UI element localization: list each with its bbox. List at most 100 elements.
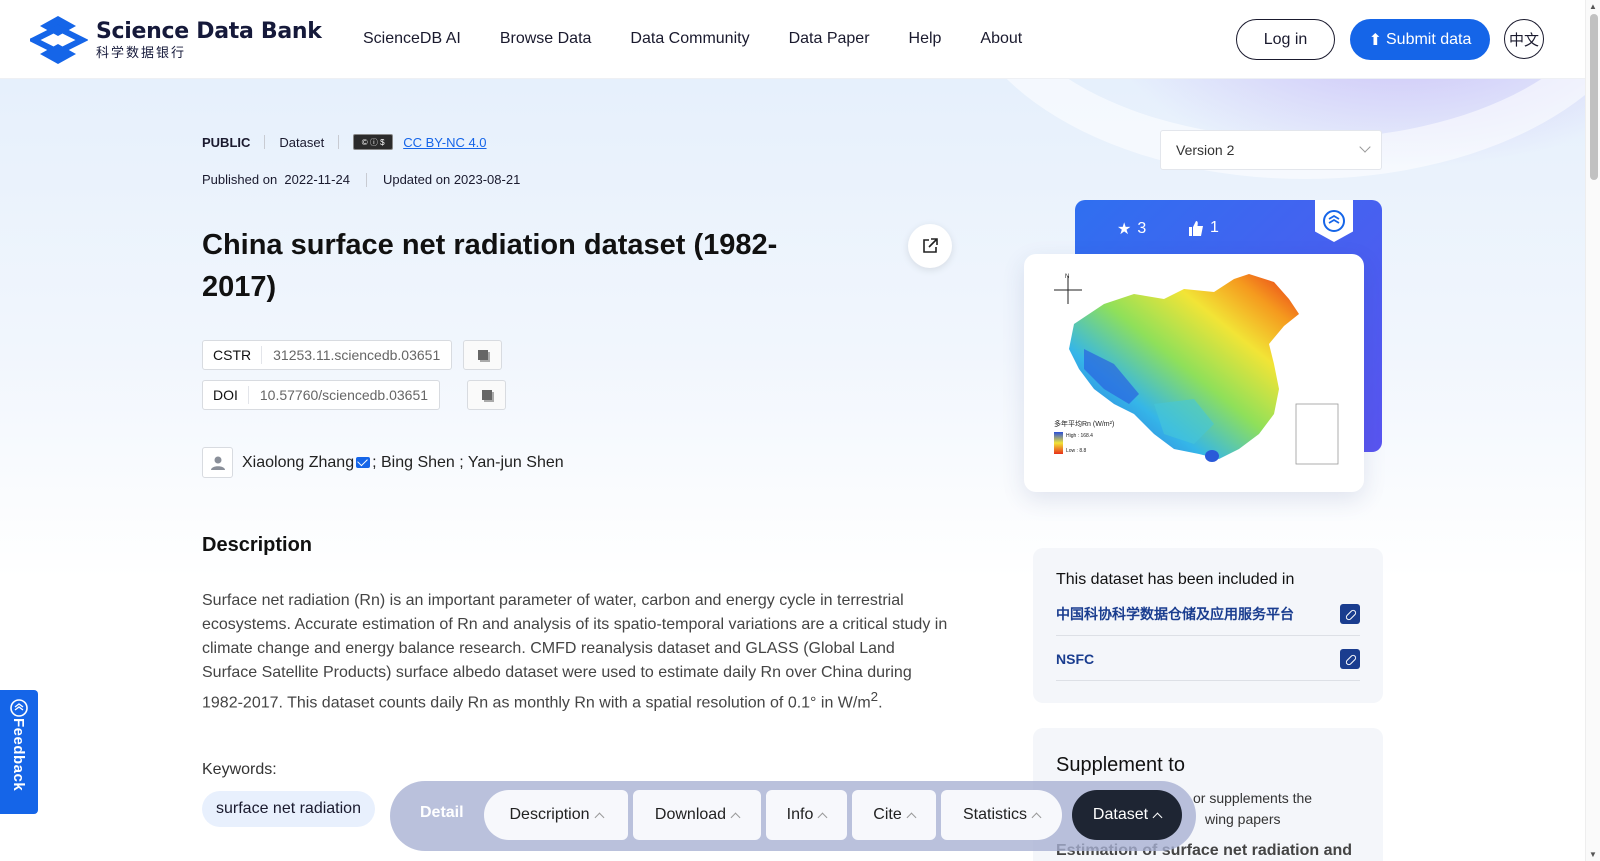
nav-sciencedb-ai[interactable]: ScienceDB AI bbox=[363, 30, 461, 48]
main-nav: ScienceDB AI Browse Data Data Community … bbox=[363, 30, 1022, 48]
mail-icon[interactable] bbox=[356, 457, 371, 468]
feedback-label: Feedback bbox=[10, 718, 27, 792]
nav-about[interactable]: About bbox=[980, 30, 1022, 48]
star-count[interactable]: ★ 3 bbox=[1117, 219, 1146, 239]
tab-statistics-label: Statistics bbox=[962, 806, 1027, 823]
cc-license-icon: © ⓘ $ bbox=[353, 134, 394, 150]
site-logo[interactable]: Science Data Bank 科学数据银行 bbox=[30, 12, 322, 68]
author-others[interactable]: ; Bing Shen ; Yan-jun Shen bbox=[372, 454, 564, 472]
like-count[interactable]: 1 bbox=[1189, 219, 1219, 237]
logo-subtitle: 科学数据银行 bbox=[96, 45, 187, 60]
star-icon: ★ bbox=[1117, 221, 1132, 238]
section-nav-detail: Detail bbox=[420, 804, 464, 821]
license-link[interactable]: CC BY-NC 4.0 bbox=[403, 135, 486, 150]
chevron-up-icon bbox=[906, 812, 917, 822]
scroll-up-icon[interactable]: ▲ bbox=[1589, 2, 1597, 11]
user-icon bbox=[210, 456, 225, 470]
tab-info[interactable]: Info bbox=[766, 790, 847, 840]
copy-cstr-button[interactable] bbox=[463, 340, 502, 370]
type-label: Dataset bbox=[279, 134, 325, 150]
version-select[interactable]: Version 2 bbox=[1160, 130, 1382, 170]
avatar bbox=[202, 447, 233, 478]
chevron-up-icon bbox=[1152, 812, 1163, 822]
author-list: Xiaolong Zhang ; Bing Shen ; Yan-jun She… bbox=[202, 447, 564, 478]
description-text: Surface net radiation (Rn) is an importa… bbox=[202, 589, 954, 715]
thumbs-up-icon bbox=[1189, 220, 1203, 236]
nav-help[interactable]: Help bbox=[909, 30, 942, 48]
dataset-title: China surface net radiation dataset (198… bbox=[202, 229, 778, 303]
nav-data-community[interactable]: Data Community bbox=[630, 30, 749, 48]
feedback-icon bbox=[10, 699, 28, 717]
description-superscript: 2 bbox=[870, 689, 879, 704]
supplement-heading: Supplement to bbox=[1056, 754, 1185, 776]
tab-dataset-label: Dataset bbox=[1092, 806, 1149, 823]
divider bbox=[338, 135, 340, 149]
scroll-down-icon[interactable]: ▼ bbox=[1589, 850, 1597, 859]
access-label: PUBLIC bbox=[202, 134, 251, 150]
logo-icon bbox=[30, 16, 88, 64]
included-item-label: NSFC bbox=[1056, 650, 1095, 667]
included-in-panel: This dataset has been included in 中国科协科学… bbox=[1033, 548, 1383, 703]
chevron-up-icon bbox=[594, 812, 604, 822]
cstr-value: 31253.11.sciencedb.03651 bbox=[273, 347, 441, 363]
chevron-up-icon bbox=[730, 812, 741, 822]
login-button[interactable]: Log in bbox=[1236, 19, 1335, 60]
tab-download[interactable]: Download bbox=[633, 790, 761, 840]
supplement-subtext-1: or supplements the bbox=[1193, 790, 1313, 806]
nav-data-paper[interactable]: Data Paper bbox=[789, 30, 870, 48]
included-item[interactable]: 中国科协科学数据仓储及应用服务平台 bbox=[1056, 592, 1360, 636]
chevron-up-icon bbox=[1031, 812, 1042, 822]
doi-value: 10.57760/sciencedb.03651 bbox=[259, 387, 429, 403]
upload-icon: ⬆ bbox=[1368, 31, 1382, 49]
copy-doi-button[interactable] bbox=[467, 380, 506, 410]
feedback-tab[interactable]: Feedback bbox=[0, 690, 38, 814]
nav-browse-data[interactable]: Browse Data bbox=[500, 30, 592, 48]
language-toggle[interactable]: 中文 bbox=[1504, 19, 1544, 59]
tab-cite-label: Cite bbox=[873, 806, 902, 823]
divider bbox=[264, 135, 266, 149]
china-radiation-map: N 多年平均Rn (W/m²) High : 168.4 Low : 8.8 bbox=[1054, 274, 1339, 465]
dataset-preview-image[interactable]: N 多年平均Rn (W/m²) High : 168.4 Low : 8.8 bbox=[1024, 254, 1364, 492]
doi-field: DOI 10.57760/sciencedb.03651 bbox=[202, 380, 441, 410]
doi-label: DOI bbox=[203, 386, 249, 404]
updated-label: Updated on bbox=[382, 172, 451, 187]
description-suffix: . bbox=[878, 694, 883, 712]
cstr-label: CSTR bbox=[203, 346, 263, 364]
tab-cite[interactable]: Cite bbox=[852, 790, 936, 840]
star-value: 3 bbox=[1137, 220, 1147, 237]
published-date: 2022-11-24 bbox=[284, 172, 350, 187]
map-legend-low: Low : 8.8 bbox=[1066, 448, 1087, 454]
scrollbar-thumb[interactable] bbox=[1590, 14, 1598, 180]
tab-description[interactable]: Description bbox=[484, 790, 628, 840]
supplement-subtext-2: wing papers bbox=[1205, 811, 1281, 827]
cstr-field: CSTR 31253.11.sciencedb.03651 bbox=[202, 340, 453, 370]
tab-dataset[interactable]: Dataset bbox=[1072, 790, 1182, 840]
tab-download-label: Download bbox=[654, 806, 727, 823]
included-item[interactable]: NSFC bbox=[1056, 637, 1360, 681]
keywords-label: Keywords: bbox=[202, 761, 277, 778]
submit-data-button[interactable]: ⬆ Submit data bbox=[1350, 19, 1490, 60]
chevron-up-icon bbox=[817, 812, 828, 822]
tab-statistics[interactable]: Statistics bbox=[941, 790, 1062, 840]
version-value: Version 2 bbox=[1176, 142, 1235, 158]
included-item-label: 中国科协科学数据仓储及应用服务平台 bbox=[1056, 605, 1294, 622]
tab-info-label: Info bbox=[786, 806, 814, 823]
dataset-meta: PUBLIC Dataset © ⓘ $ CC BY-NC 4.0 bbox=[202, 134, 487, 150]
page-scrollbar[interactable]: ▲ ▼ bbox=[1585, 0, 1600, 861]
svg-text:N: N bbox=[1065, 274, 1069, 280]
description-heading: Description bbox=[202, 534, 313, 556]
external-link-icon bbox=[923, 238, 938, 253]
link-icon[interactable] bbox=[1340, 648, 1360, 669]
tab-description-label: Description bbox=[509, 806, 590, 823]
author-primary[interactable]: Xiaolong Zhang bbox=[242, 454, 354, 472]
updated-date: 2023-08-21 bbox=[453, 172, 521, 187]
link-icon[interactable] bbox=[1340, 603, 1360, 624]
keyword-chip[interactable]: surface net radiation bbox=[202, 791, 375, 827]
logo-title: Science Data Bank bbox=[96, 19, 322, 44]
dataset-dates: Published on 2022-11-24 Updated on 2023-… bbox=[202, 172, 520, 187]
share-button[interactable] bbox=[908, 224, 952, 268]
submit-data-label: Submit data bbox=[1386, 30, 1472, 48]
copy-icon bbox=[477, 350, 488, 360]
sciencedb-badge-icon bbox=[1315, 200, 1353, 242]
map-legend-title: 多年平均Rn (W/m²) bbox=[1054, 419, 1114, 428]
